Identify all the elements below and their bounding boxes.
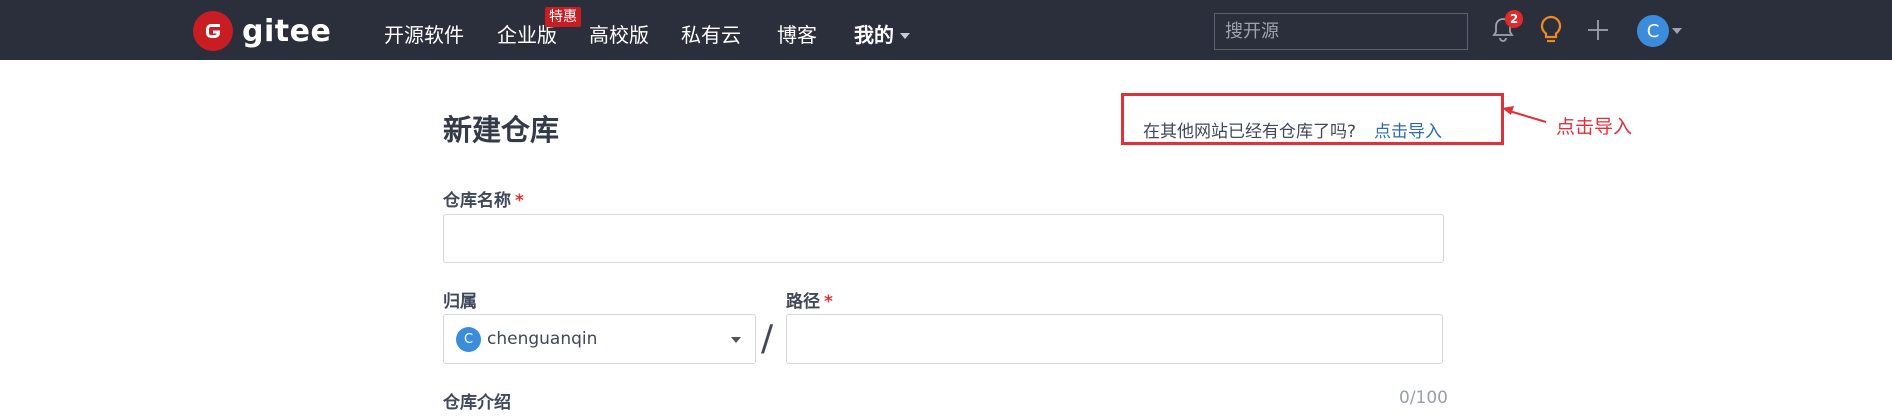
avatar-chevron-down-icon[interactable]: [1672, 28, 1682, 34]
path-label: 路径 *: [786, 287, 833, 312]
import-question: 在其他网站已经有仓库了吗?: [1143, 122, 1357, 142]
description-label: 仓库介绍: [443, 388, 511, 413]
gitee-logo-icon: [193, 11, 233, 51]
required-mark: *: [515, 191, 524, 211]
owner-name: chenguanqin: [487, 329, 598, 349]
brand-name: gitee: [242, 13, 332, 49]
path-input[interactable]: [786, 314, 1443, 364]
nav-blog[interactable]: 博客: [777, 19, 817, 48]
annotation-label: 点击导入: [1556, 116, 1633, 138]
required-mark: *: [824, 292, 833, 312]
gitee-logo[interactable]: gitee: [193, 11, 331, 51]
description-label-text: 仓库介绍: [443, 393, 511, 413]
repo-name-input[interactable]: [443, 214, 1444, 263]
import-link[interactable]: 点击导入: [1374, 117, 1442, 142]
user-avatar[interactable]: C: [1637, 15, 1669, 47]
repo-name-label-text: 仓库名称: [443, 191, 511, 211]
nav-private-cloud[interactable]: 私有云: [681, 19, 741, 48]
search-input[interactable]: [1214, 13, 1468, 50]
description-char-counter: 0/100: [1399, 388, 1448, 408]
top-navbar: gitee 开源软件 企业版 特惠 高校版 私有云 博客 我的 2 C: [0, 0, 1892, 60]
owner-label: 归属: [443, 287, 477, 312]
owner-label-text: 归属: [443, 292, 477, 312]
page-title: 新建仓库: [443, 113, 560, 147]
owner-avatar: C: [456, 326, 481, 352]
owner-chevron-down-icon: [731, 337, 741, 343]
repo-name-label: 仓库名称 *: [443, 186, 524, 211]
path-label-text: 路径: [786, 292, 820, 312]
chevron-down-icon: [900, 32, 910, 39]
promo-badge: 特惠: [545, 7, 581, 27]
import-hint-box: 在其他网站已经有仓库了吗? 点击导入: [1121, 93, 1504, 145]
path-separator: /: [761, 318, 774, 359]
lightbulb-icon: [1540, 15, 1562, 43]
nav-open-source[interactable]: 开源软件: [384, 19, 464, 48]
nav-education[interactable]: 高校版: [589, 19, 649, 48]
notification-count-badge: 2: [1505, 10, 1523, 28]
nav-mine-label: 我的: [854, 23, 894, 47]
owner-select[interactable]: C chenguanqin: [443, 314, 756, 364]
lightbulb-button[interactable]: [1536, 13, 1566, 47]
nav-mine-dropdown[interactable]: 我的: [854, 19, 910, 48]
annotation-arrow-icon: [1502, 106, 1547, 123]
create-button[interactable]: [1584, 16, 1612, 44]
plus-icon: [1588, 20, 1608, 40]
